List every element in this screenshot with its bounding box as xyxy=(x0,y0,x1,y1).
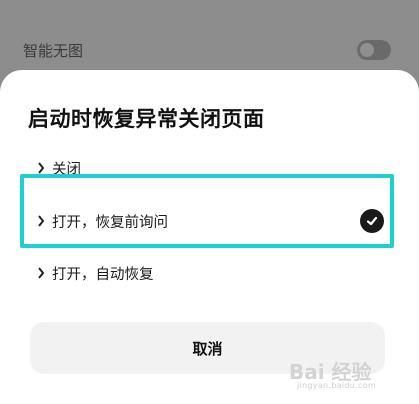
dialog-title: 启动时恢复异常关闭页面 xyxy=(28,107,265,131)
option-label: 打开，自动恢复 xyxy=(52,266,154,283)
option-label: 关闭 xyxy=(52,161,81,178)
baidu-watermark: Bai 经验 jingyan.baidu.com xyxy=(289,356,407,396)
check-icon xyxy=(360,209,384,233)
chevron-right-icon xyxy=(36,266,46,280)
watermark-sub: jingyan.baidu.com xyxy=(297,381,376,390)
option-close[interactable]: 关闭 xyxy=(24,148,389,188)
chevron-right-icon xyxy=(36,214,46,228)
restore-pages-dialog: 启动时恢复异常关闭页面 关闭 打开，恢复前询问 打开，自动恢复 取消 xyxy=(0,70,419,404)
smart-no-image-toggle[interactable] xyxy=(357,40,391,60)
toggle-knob xyxy=(360,43,374,57)
option-ask-before-restore[interactable]: 打开，恢复前询问 xyxy=(24,201,389,241)
setting-label-smart-no-image: 智能无图 xyxy=(23,42,84,60)
option-auto-restore[interactable]: 打开，自动恢复 xyxy=(24,253,389,293)
background-settings-row: 智能无图 xyxy=(0,0,419,70)
option-label: 打开，恢复前询问 xyxy=(52,214,168,231)
chevron-right-icon xyxy=(36,161,46,175)
